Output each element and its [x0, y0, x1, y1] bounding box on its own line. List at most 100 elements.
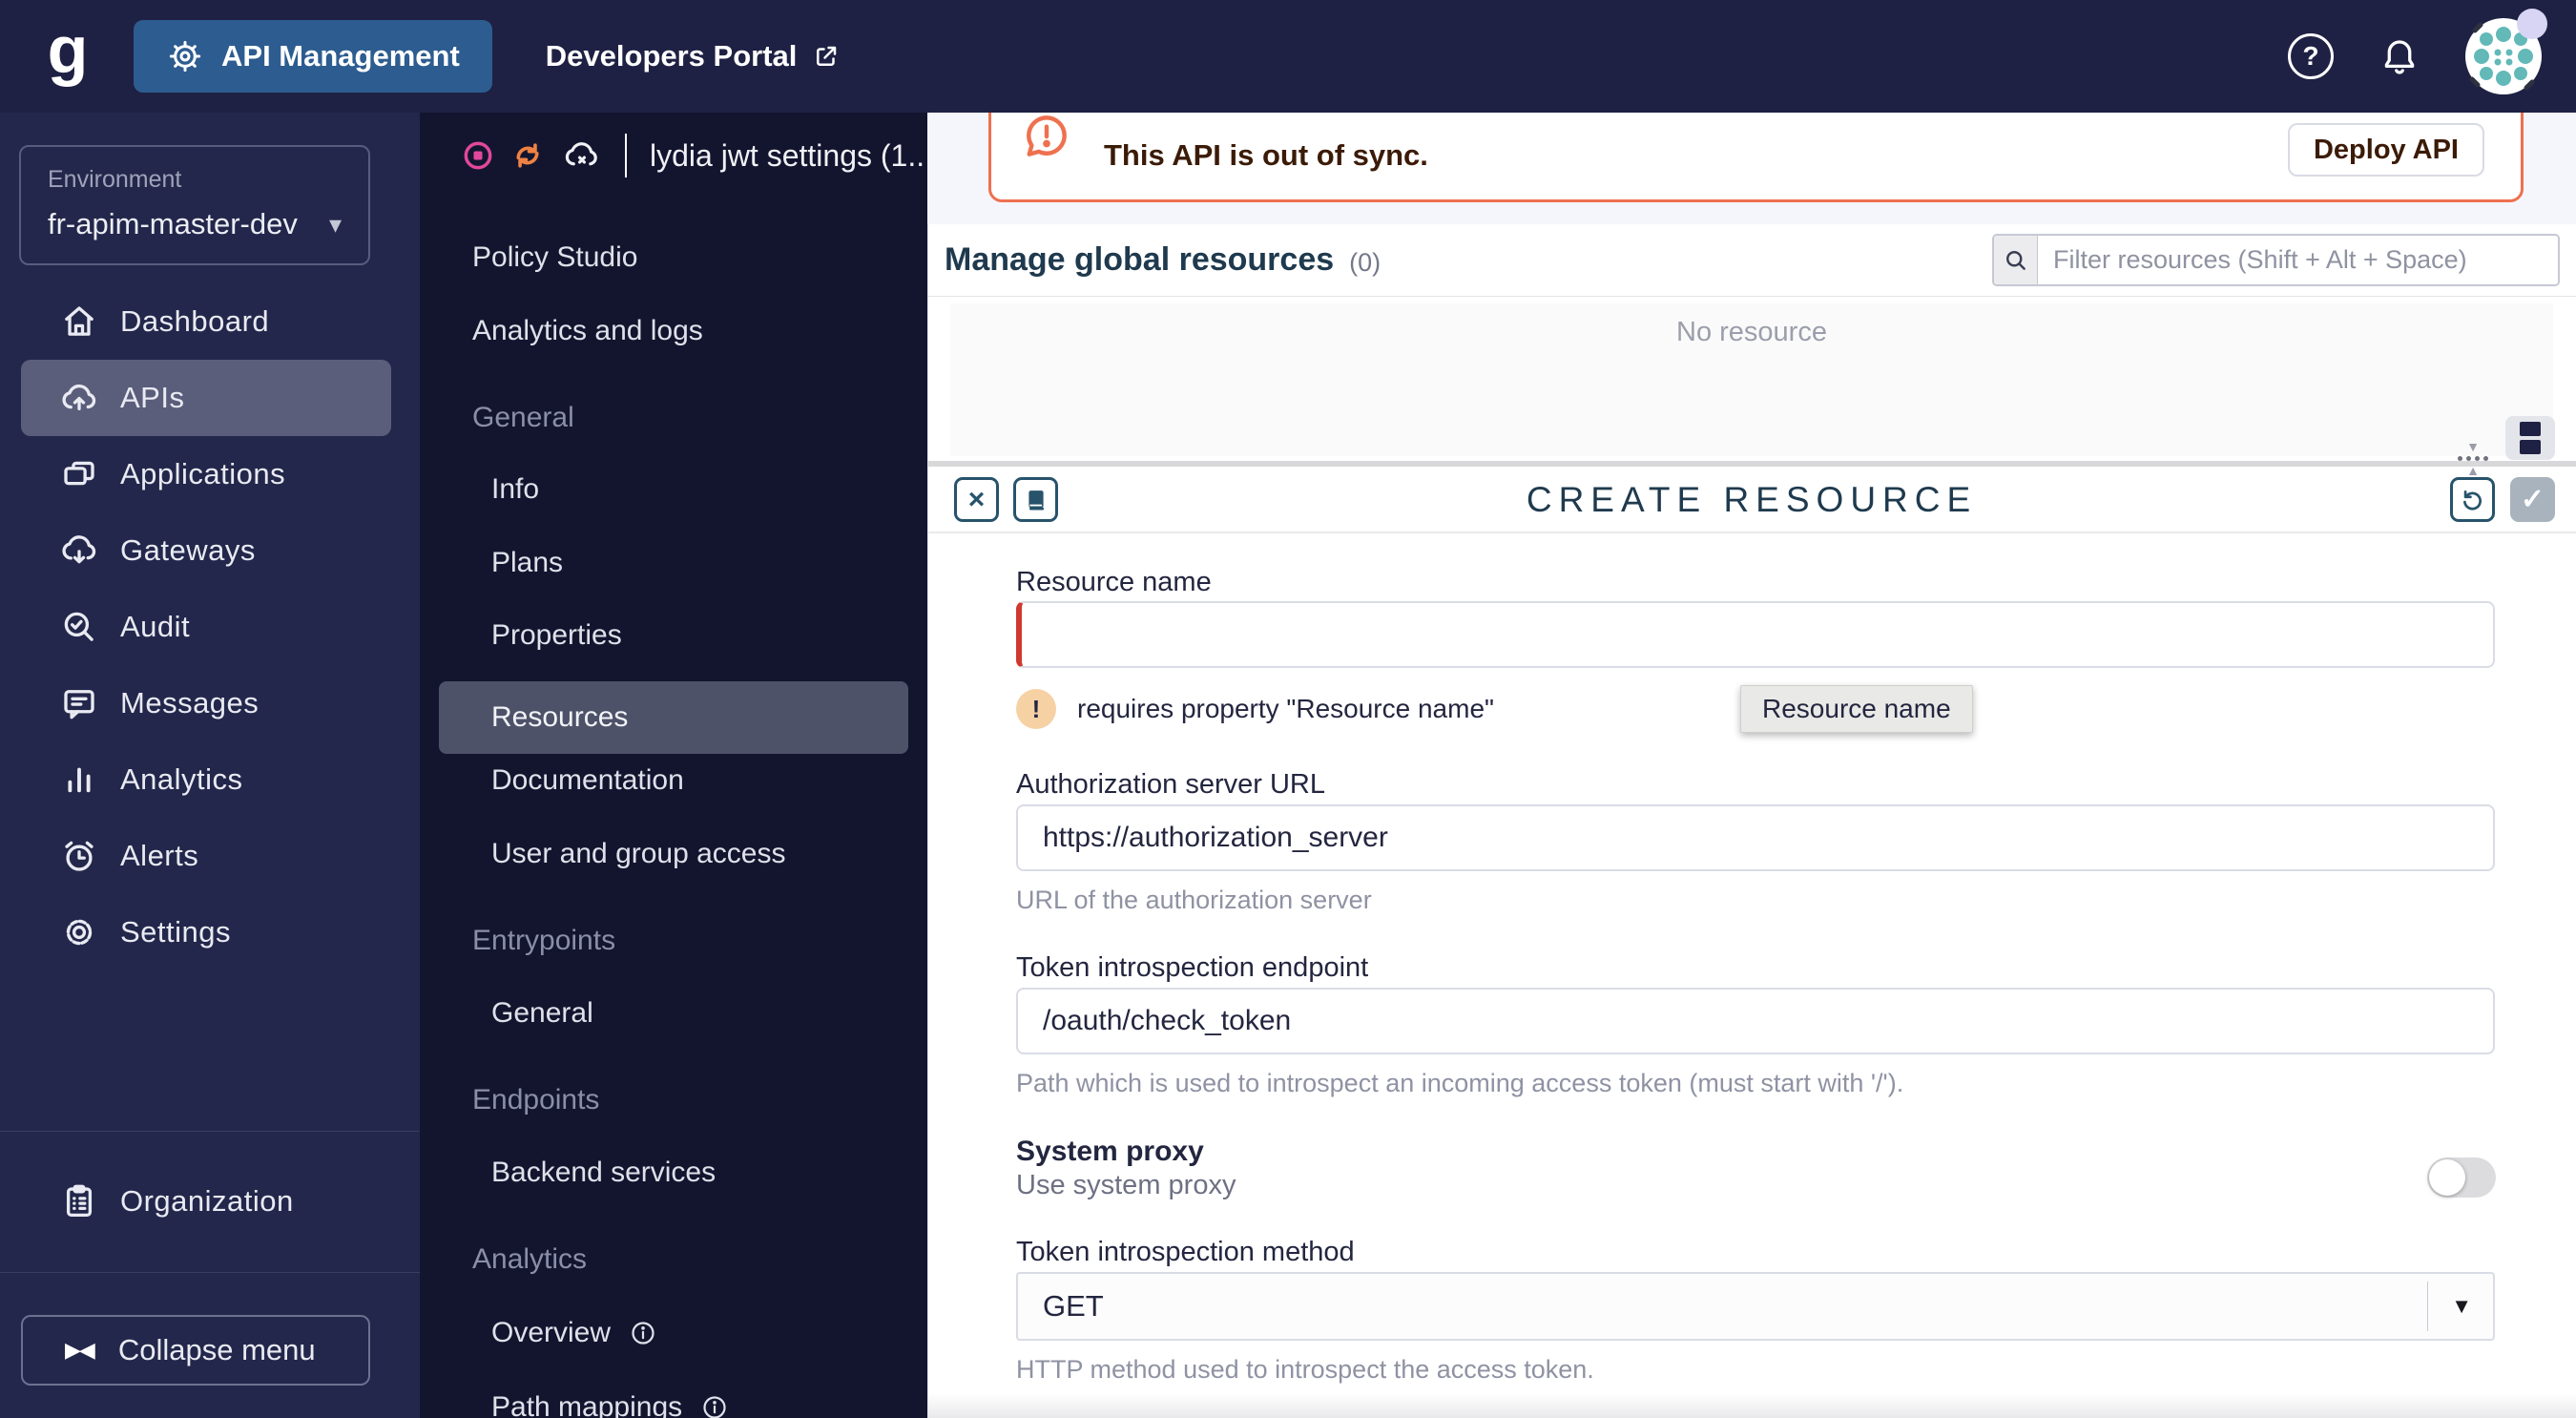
api-menu-properties[interactable]: Properties	[491, 609, 622, 662]
api-menu-section-general: General	[472, 402, 574, 433]
notifications-bell-icon[interactable]	[2378, 34, 2421, 78]
api-title: lydia jwt settings (1...	[650, 137, 927, 173]
main-content: This API is out of sync. Deploy API Mana…	[927, 113, 2576, 1418]
api-menu-plans[interactable]: Plans	[491, 536, 563, 590]
close-button[interactable]: ×	[954, 477, 999, 522]
gravitee-logo-icon: g	[47, 12, 89, 87]
resource-name-label: Resource name	[1016, 567, 1212, 597]
drag-dots-icon	[2458, 455, 2488, 461]
sidebar-item-audit[interactable]: Audit	[21, 589, 391, 665]
environment-sidebar: Environment fr-apim-master-dev ▾ Dashboa…	[0, 113, 420, 1418]
sidebar-item-gateways[interactable]: Gateways	[21, 512, 391, 589]
api-menu-analytics-and-logs[interactable]: Analytics and logs	[472, 304, 703, 358]
top-header: g API Management Developers Portal ?	[0, 0, 2576, 113]
sidebar-item-apis[interactable]: APIs	[21, 360, 391, 436]
sidebar-divider	[0, 1131, 420, 1132]
create-resource-form: Resource name ! requires property "Resou…	[927, 533, 2576, 1418]
environment-value: fr-apim-master-dev	[48, 207, 298, 240]
gear-badge-icon	[166, 37, 204, 75]
system-proxy-label: System proxy	[1016, 1136, 1204, 1167]
chevron-up-icon: ▲	[2466, 462, 2480, 478]
introspection-endpoint-input[interactable]	[1016, 988, 2495, 1054]
panel-bottom-edge	[927, 1393, 2576, 1418]
developers-portal-link[interactable]: Developers Portal	[546, 39, 841, 73]
sidebar-item-messages[interactable]: Messages	[21, 665, 391, 741]
cloud-upload-icon	[59, 378, 99, 418]
audit-search-icon	[59, 607, 99, 647]
avatar-status-badge	[2517, 9, 2547, 39]
api-menu-sidebar: lydia jwt settings (1... Policy Studio A…	[420, 113, 927, 1418]
collapse-icon: ▶◀	[65, 1338, 95, 1362]
api-menu-user-and-group-access[interactable]: User and group access	[491, 827, 786, 881]
banner-message: This API is out of sync.	[1104, 138, 1428, 172]
documentation-button[interactable]	[1013, 477, 1058, 522]
stopped-icon	[463, 140, 493, 171]
gear-icon	[59, 912, 99, 952]
system-proxy-sublabel: Use system proxy	[1016, 1170, 1236, 1200]
organization-icon	[59, 1181, 99, 1221]
api-header: lydia jwt settings (1...	[463, 134, 927, 177]
system-proxy-toggle[interactable]	[2427, 1157, 2496, 1198]
submit-button[interactable]: ✓	[2510, 477, 2555, 522]
chevron-down-icon: ▾	[328, 209, 342, 239]
divider	[927, 224, 928, 1418]
info-icon	[701, 1394, 728, 1418]
check-icon: ✓	[2520, 483, 2545, 515]
divider	[625, 134, 627, 177]
api-menu-info[interactable]: Info	[491, 463, 539, 516]
introspection-method-label: Token introspection method	[1016, 1237, 1355, 1267]
api-menu-section-endpoints: Endpoints	[472, 1084, 600, 1116]
dock-panel-button[interactable]	[2505, 416, 2555, 460]
environment-select[interactable]: Environment fr-apim-master-dev ▾	[19, 145, 370, 265]
api-menu-entrypoints-general[interactable]: General	[491, 987, 593, 1040]
dock-panel-icon	[2520, 440, 2541, 454]
sidebar-item-alerts[interactable]: Alerts	[21, 818, 391, 894]
panel-resize-handle[interactable]: ▼ ▲	[2454, 431, 2492, 485]
selected-method: GET	[1043, 1289, 1104, 1323]
sidebar-item-analytics[interactable]: Analytics	[21, 741, 391, 818]
introspection-method-hint: HTTP method used to introspect the acces…	[1016, 1355, 1594, 1384]
sidebar-item-organization[interactable]: Organization	[21, 1163, 391, 1240]
app-switcher-button[interactable]: API Management	[134, 20, 492, 93]
resources-header: Manage global resources (0)	[927, 224, 2576, 297]
user-avatar[interactable]	[2465, 9, 2547, 94]
auth-server-url-input[interactable]	[1016, 804, 2495, 871]
filter-resources-field[interactable]	[1992, 234, 2560, 286]
header-actions: ?	[2288, 9, 2547, 94]
sidebar-item-settings[interactable]: Settings	[21, 894, 391, 970]
deploy-api-button[interactable]: Deploy API	[2288, 123, 2484, 177]
chevron-down-icon: ▼	[2466, 438, 2480, 454]
auth-server-url-hint: URL of the authorization server	[1016, 886, 1372, 914]
introspection-endpoint-label: Token introspection endpoint	[1016, 952, 1369, 983]
sidebar-item-applications[interactable]: Applications	[21, 436, 391, 512]
api-menu-policy-studio[interactable]: Policy Studio	[472, 231, 637, 284]
validation-error: ! requires property "Resource name" Reso…	[1016, 685, 1973, 733]
panel-title: CREATE RESOURCE	[1526, 480, 1978, 519]
book-icon	[1023, 487, 1049, 513]
error-field-chip: Resource name	[1740, 685, 1973, 733]
search-icon	[1994, 236, 2038, 284]
help-icon[interactable]: ?	[2288, 33, 2334, 79]
introspection-method-select[interactable]: GET ▼	[1016, 1272, 2495, 1341]
out-of-sync-banner: This API is out of sync. Deploy API	[988, 113, 2524, 202]
resource-name-input[interactable]	[1016, 601, 2495, 668]
sidebar-item-dashboard[interactable]: Dashboard	[21, 283, 391, 360]
api-menu-backend-services[interactable]: Backend services	[491, 1146, 716, 1199]
message-icon	[59, 683, 99, 723]
bar-chart-icon	[59, 760, 99, 800]
warning-icon: !	[1016, 689, 1056, 729]
cloud-unpublished-icon	[562, 136, 602, 176]
filter-resources-input[interactable]	[2038, 236, 2558, 284]
rotate-ccw-icon	[2460, 487, 2486, 513]
api-menu-resources[interactable]: Resources	[439, 681, 908, 754]
api-menu-overview[interactable]: Overview	[491, 1306, 656, 1360]
api-menu-path-mappings[interactable]: Path mappings	[491, 1381, 728, 1418]
api-menu-section-entrypoints: Entrypoints	[472, 925, 616, 956]
api-menu-section-analytics: Analytics	[472, 1243, 588, 1275]
api-menu-documentation[interactable]: Documentation	[491, 754, 684, 807]
introspection-endpoint-hint: Path which is used to introspect an inco…	[1016, 1069, 1904, 1097]
cloud-download-icon	[59, 531, 99, 571]
sync-icon	[510, 138, 545, 173]
collapse-menu-button[interactable]: ▶◀ Collapse menu	[21, 1315, 370, 1386]
page-title: Manage global resources	[945, 241, 1335, 278]
